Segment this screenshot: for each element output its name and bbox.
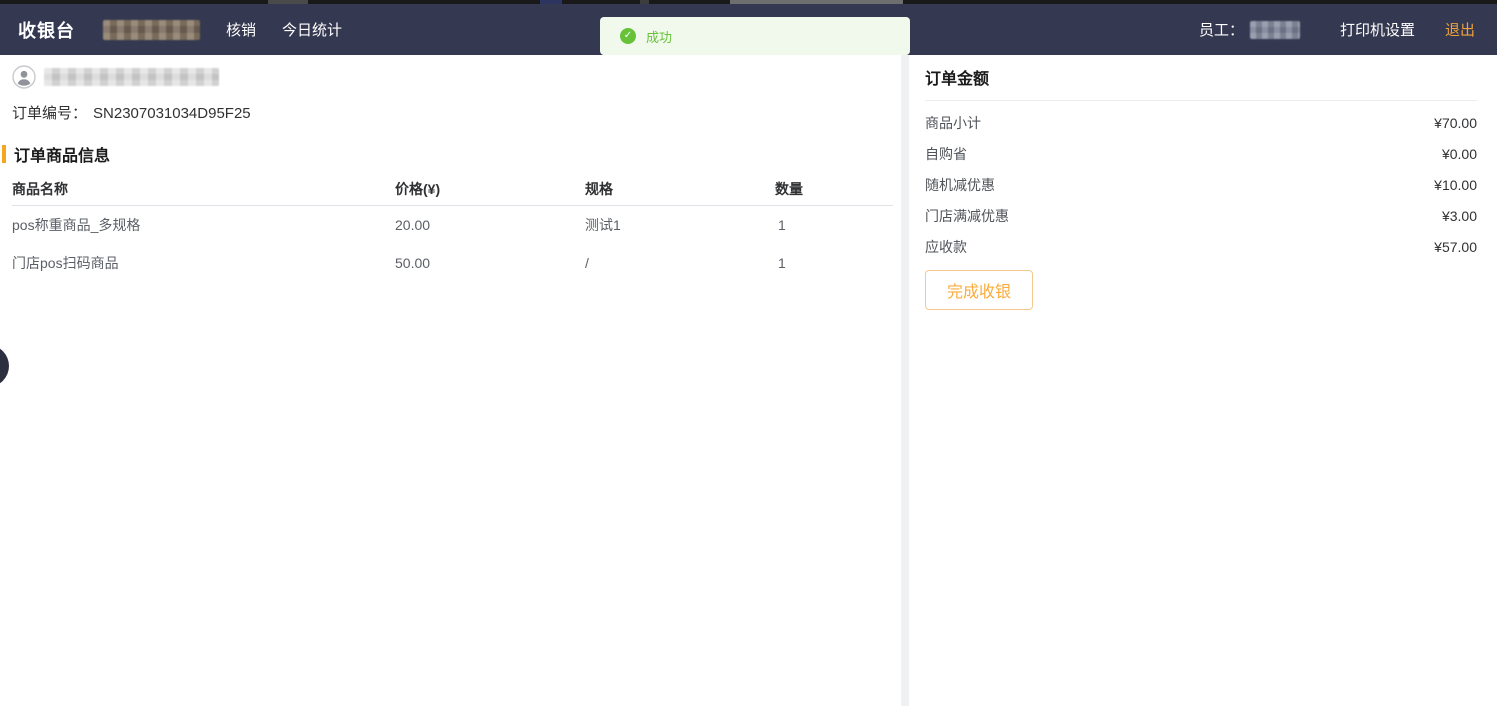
order-number-label: 订单编号： bbox=[12, 105, 87, 122]
col-header-price: 价格(¥) bbox=[395, 179, 585, 199]
summary-label: 门店满减优惠 bbox=[925, 206, 1009, 226]
summary-value: ¥70.00 bbox=[1434, 115, 1477, 131]
summary-label: 自购省 bbox=[925, 144, 967, 164]
nav-item-today-stats[interactable]: 今日统计 bbox=[282, 19, 342, 40]
cell-spec: 测试1 bbox=[585, 215, 775, 235]
cell-price: 20.00 bbox=[395, 217, 585, 233]
table-row: pos称重商品_多规格 20.00 测试1 1 bbox=[12, 206, 893, 244]
col-header-product-name: 商品名称 bbox=[12, 179, 395, 199]
summary-value: ¥0.00 bbox=[1442, 146, 1477, 162]
summary-label: 随机减优惠 bbox=[925, 175, 995, 195]
summary-value: ¥3.00 bbox=[1442, 208, 1477, 224]
summary-row-self-purchase-saving: 自购省 ¥0.00 bbox=[925, 138, 1477, 169]
employee-name-blurred bbox=[1250, 21, 1300, 39]
order-number-line: 订单编号： SN2307031034D95F25 bbox=[12, 102, 251, 123]
col-header-spec: 规格 bbox=[585, 179, 775, 199]
summary-value: ¥57.00 bbox=[1434, 239, 1477, 255]
store-name-blurred bbox=[103, 20, 200, 40]
browser-edge-strip bbox=[0, 0, 1497, 4]
app-title: 收银台 bbox=[18, 17, 75, 43]
section-accent-bar bbox=[2, 145, 6, 163]
order-items-table: 商品名称 价格(¥) 规格 数量 pos称重商品_多规格 20.00 测试1 1… bbox=[12, 172, 893, 282]
logout-link[interactable]: 退出 bbox=[1445, 19, 1475, 40]
cell-quantity: 1 bbox=[775, 217, 893, 233]
summary-row-random-discount: 随机减优惠 ¥10.00 bbox=[925, 169, 1477, 200]
summary-row-store-full-discount: 门店满减优惠 ¥3.00 bbox=[925, 200, 1477, 231]
printer-settings-link[interactable]: 打印机设置 bbox=[1340, 19, 1415, 40]
section-title-text: 订单商品信息 bbox=[14, 142, 110, 166]
cell-product-name: pos称重商品_多规格 bbox=[12, 215, 395, 235]
order-amount-title: 订单金额 bbox=[925, 65, 1477, 101]
panel-divider bbox=[901, 55, 909, 706]
summary-row-subtotal: 商品小计 ¥70.00 bbox=[925, 107, 1477, 138]
edge-strip-segment bbox=[540, 0, 562, 4]
navbar-right: 员工： 打印机设置 退出 bbox=[1199, 19, 1479, 40]
order-amount-panel: 订单金额 商品小计 ¥70.00 自购省 ¥0.00 随机减优惠 ¥10.00 … bbox=[909, 55, 1497, 706]
table-row: 门店pos扫码商品 50.00 / 1 bbox=[12, 244, 893, 282]
summary-label: 应收款 bbox=[925, 237, 967, 257]
finish-checkout-button[interactable]: 完成收银 bbox=[925, 270, 1033, 310]
toast-message: 成功 bbox=[646, 27, 672, 46]
employee-label: 员工： bbox=[1199, 19, 1244, 40]
cell-quantity: 1 bbox=[775, 255, 893, 271]
edge-strip-segment bbox=[268, 0, 308, 4]
col-header-quantity: 数量 bbox=[775, 179, 893, 199]
edge-strip-segment bbox=[730, 0, 903, 4]
user-avatar-icon bbox=[12, 65, 36, 89]
check-circle-icon: ✓ bbox=[620, 28, 636, 44]
cell-price: 50.00 bbox=[395, 255, 585, 271]
success-toast: ✓ 成功 bbox=[600, 17, 910, 55]
edge-strip-segment bbox=[640, 0, 649, 4]
order-items-section-title: 订单商品信息 bbox=[2, 142, 110, 166]
buyer-row bbox=[12, 65, 219, 89]
cell-product-name: 门店pos扫码商品 bbox=[12, 253, 395, 273]
order-number-value: SN2307031034D95F25 bbox=[93, 105, 251, 122]
cell-spec: / bbox=[585, 255, 775, 271]
summary-label: 商品小计 bbox=[925, 113, 981, 133]
summary-rows: 商品小计 ¥70.00 自购省 ¥0.00 随机减优惠 ¥10.00 门店满减优… bbox=[925, 107, 1477, 262]
table-header-row: 商品名称 价格(¥) 规格 数量 bbox=[12, 172, 893, 206]
summary-row-amount-due: 应收款 ¥57.00 bbox=[925, 231, 1477, 262]
buyer-name-blurred bbox=[44, 68, 219, 86]
summary-value: ¥10.00 bbox=[1434, 177, 1477, 193]
order-detail-panel: 订单编号： SN2307031034D95F25 订单商品信息 商品名称 价格(¥… bbox=[0, 55, 901, 706]
nav-item-verification[interactable]: 核销 bbox=[226, 19, 256, 40]
